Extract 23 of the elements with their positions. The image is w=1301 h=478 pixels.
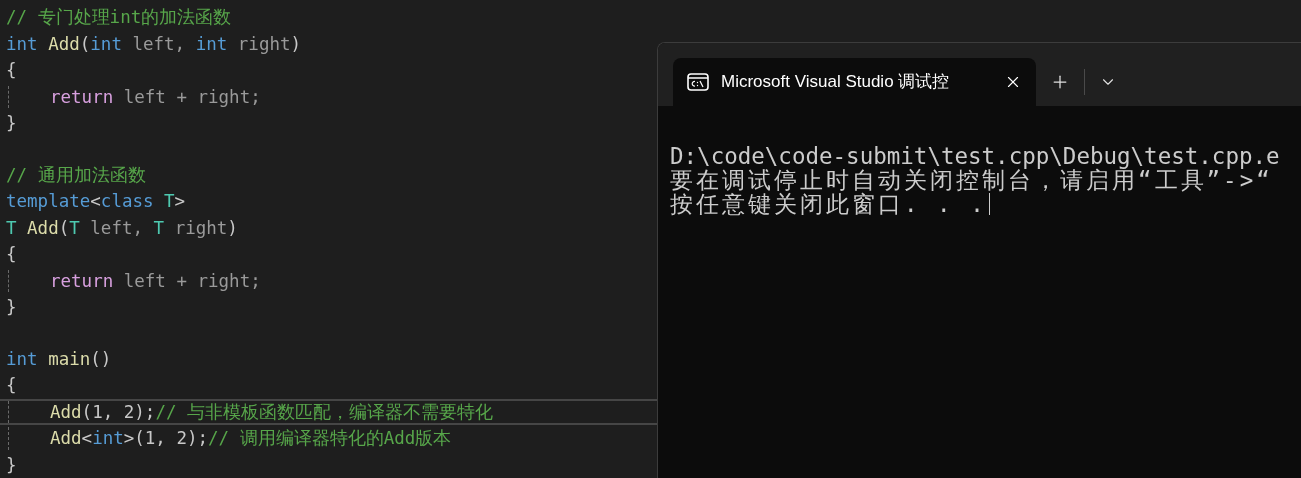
code-line: return left + right;: [0, 83, 657, 110]
code-line: }: [5, 112, 18, 136]
code-line: }: [5, 296, 18, 320]
console-icon: [687, 73, 709, 91]
text-cursor: [988, 193, 990, 215]
code-line: {: [5, 59, 18, 83]
console-output: 要在调试停止时自动关闭控制台，请启用“工具”->“: [670, 168, 1273, 192]
tab-title: Microsoft Visual Studio 调试控: [721, 71, 951, 94]
code-line: // 专门处理int的加法函数: [5, 6, 233, 30]
terminal-tab[interactable]: Microsoft Visual Studio 调试控: [673, 58, 1036, 106]
code-line: return left + right;: [0, 267, 657, 294]
code-line: template<class T>: [5, 190, 187, 214]
code-line: }: [5, 453, 18, 477]
code-line: T Add(T left, T right): [5, 216, 239, 240]
code-line: // 通用加法函数: [5, 163, 147, 187]
code-line: Add<int>(1, 2);// 调用编译器特化的Add版本: [0, 425, 657, 452]
code-line: int Add(int left, int right): [5, 32, 303, 56]
code-line: int main(): [5, 347, 113, 371]
code-line: {: [5, 374, 18, 398]
console-output: 按任意键关闭此窗口. . .: [670, 192, 987, 216]
code-line: Add(1, 2);// 与非模板函数匹配，编译器不需要特化: [0, 398, 657, 425]
console-output: D:\code\code-submit\test.cpp\Debug\test.cpp.e: [670, 144, 1280, 168]
code-line: {: [5, 243, 18, 267]
